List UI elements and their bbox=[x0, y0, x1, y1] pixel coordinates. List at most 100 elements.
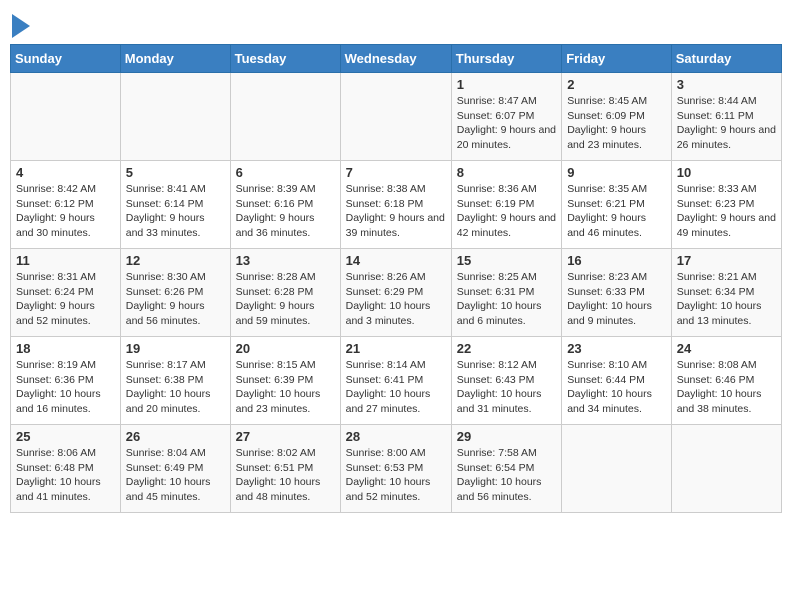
day-number: 1 bbox=[457, 77, 556, 92]
cell-text: Sunrise: 8:45 AM Sunset: 6:09 PM Dayligh… bbox=[567, 94, 666, 153]
day-number: 8 bbox=[457, 165, 556, 180]
calendar-cell: 2Sunrise: 8:45 AM Sunset: 6:09 PM Daylig… bbox=[562, 73, 672, 161]
day-number: 24 bbox=[677, 341, 776, 356]
day-number: 5 bbox=[126, 165, 225, 180]
day-number: 17 bbox=[677, 253, 776, 268]
day-number: 3 bbox=[677, 77, 776, 92]
cell-text: Sunrise: 8:33 AM Sunset: 6:23 PM Dayligh… bbox=[677, 182, 776, 241]
day-number: 10 bbox=[677, 165, 776, 180]
logo-arrow-icon bbox=[12, 14, 30, 38]
day-number: 15 bbox=[457, 253, 556, 268]
cell-text: Sunrise: 8:02 AM Sunset: 6:51 PM Dayligh… bbox=[236, 446, 335, 505]
calendar-cell: 12 Sunrise: 8:30 AM Sunset: 6:26 PM Dayli… bbox=[120, 249, 230, 337]
calendar-cell bbox=[671, 425, 781, 513]
calendar-header-saturday: Saturday bbox=[671, 45, 781, 73]
day-number: 4 bbox=[16, 165, 115, 180]
calendar-cell: 8 Sunrise: 8:36 AM Sunset: 6:19 PM Daylig… bbox=[451, 161, 561, 249]
day-number: 16 bbox=[567, 253, 666, 268]
cell-text: Sunrise: 8:25 AM Sunset: 6:31 PM Dayligh… bbox=[457, 270, 556, 329]
cell-text: Sunrise: 8:00 AM Sunset: 6:53 PM Dayligh… bbox=[346, 446, 446, 505]
cell-text: Sunrise: 8:31 AM Sunset: 6:24 PM Dayligh… bbox=[16, 270, 115, 329]
calendar-cell: 17 Sunrise: 8:21 AM Sunset: 6:34 PM Dayli… bbox=[671, 249, 781, 337]
day-number: 28 bbox=[346, 429, 446, 444]
day-number: 23 bbox=[567, 341, 666, 356]
calendar-header-thursday: Thursday bbox=[451, 45, 561, 73]
calendar-week-row: 1 Sunrise: 8:47 AM Sunset: 6:07 PM Daylig… bbox=[11, 73, 782, 161]
cell-text: Sunrise: 8:06 AM Sunset: 6:48 PM Dayligh… bbox=[16, 446, 115, 505]
header-section bbox=[10, 10, 782, 38]
calendar-body: 1 Sunrise: 8:47 AM Sunset: 6:07 PM Daylig… bbox=[11, 73, 782, 513]
calendar-cell: 1 Sunrise: 8:47 AM Sunset: 6:07 PM Daylig… bbox=[451, 73, 561, 161]
calendar-cell: 28 Sunrise: 8:00 AM Sunset: 6:53 PM Dayli… bbox=[340, 425, 451, 513]
calendar-cell: 27 Sunrise: 8:02 AM Sunset: 6:51 PM Dayli… bbox=[230, 425, 340, 513]
cell-text: Sunrise: 8:26 AM Sunset: 6:29 PM Dayligh… bbox=[346, 270, 446, 329]
day-number: 19 bbox=[126, 341, 225, 356]
calendar-cell bbox=[11, 73, 121, 161]
calendar-cell: 3 Sunrise: 8:44 AM Sunset: 6:11 PM Daylig… bbox=[671, 73, 781, 161]
cell-text: Sunrise: 8:36 AM Sunset: 6:19 PM Dayligh… bbox=[457, 182, 556, 241]
calendar-cell: 9Sunrise: 8:35 AM Sunset: 6:21 PM Daylig… bbox=[562, 161, 672, 249]
day-number: 20 bbox=[236, 341, 335, 356]
calendar-cell: 19Sunrise: 8:17 AM Sunset: 6:38 PM Dayli… bbox=[120, 337, 230, 425]
calendar-week-row: 11 Sunrise: 8:31 AM Sunset: 6:24 PM Dayli… bbox=[11, 249, 782, 337]
cell-text: Sunrise: 8:28 AM Sunset: 6:28 PM Dayligh… bbox=[236, 270, 335, 329]
cell-text: Sunrise: 8:44 AM Sunset: 6:11 PM Dayligh… bbox=[677, 94, 776, 153]
calendar-cell: 6 Sunrise: 8:39 AM Sunset: 6:16 PM Daylig… bbox=[230, 161, 340, 249]
calendar-cell: 15 Sunrise: 8:25 AM Sunset: 6:31 PM Dayli… bbox=[451, 249, 561, 337]
calendar-header-wednesday: Wednesday bbox=[340, 45, 451, 73]
day-number: 6 bbox=[236, 165, 335, 180]
day-number: 13 bbox=[236, 253, 335, 268]
logo bbox=[10, 10, 30, 38]
calendar-week-row: 25 Sunrise: 8:06 AM Sunset: 6:48 PM Dayli… bbox=[11, 425, 782, 513]
calendar-cell: 14 Sunrise: 8:26 AM Sunset: 6:29 PM Dayli… bbox=[340, 249, 451, 337]
day-number: 25 bbox=[16, 429, 115, 444]
calendar-cell bbox=[230, 73, 340, 161]
calendar-cell: 10 Sunrise: 8:33 AM Sunset: 6:23 PM Dayli… bbox=[671, 161, 781, 249]
cell-text: Sunrise: 8:19 AM Sunset: 6:36 PM Dayligh… bbox=[16, 358, 115, 417]
calendar-cell: 25 Sunrise: 8:06 AM Sunset: 6:48 PM Dayli… bbox=[11, 425, 121, 513]
cell-text: Sunrise: 7:58 AM Sunset: 6:54 PM Dayligh… bbox=[457, 446, 556, 505]
calendar-cell: 4 Sunrise: 8:42 AM Sunset: 6:12 PM Daylig… bbox=[11, 161, 121, 249]
calendar-cell: 16 Sunrise: 8:23 AM Sunset: 6:33 PM Dayli… bbox=[562, 249, 672, 337]
day-number: 9 bbox=[567, 165, 666, 180]
calendar-cell: 23 Sunrise: 8:10 AM Sunset: 6:44 PM Dayli… bbox=[562, 337, 672, 425]
calendar-cell: 22 Sunrise: 8:12 AM Sunset: 6:43 PM Dayli… bbox=[451, 337, 561, 425]
day-number: 14 bbox=[346, 253, 446, 268]
calendar-header-tuesday: Tuesday bbox=[230, 45, 340, 73]
day-number: 18 bbox=[16, 341, 115, 356]
day-number: 11 bbox=[16, 253, 115, 268]
calendar-header-sunday: Sunday bbox=[11, 45, 121, 73]
cell-text: Sunrise: 8:42 AM Sunset: 6:12 PM Dayligh… bbox=[16, 182, 115, 241]
cell-text: Sunrise: 8:10 AM Sunset: 6:44 PM Dayligh… bbox=[567, 358, 666, 417]
calendar-cell: 13 Sunrise: 8:28 AM Sunset: 6:28 PM Dayli… bbox=[230, 249, 340, 337]
calendar-week-row: 18 Sunrise: 8:19 AM Sunset: 6:36 PM Dayli… bbox=[11, 337, 782, 425]
calendar-cell bbox=[120, 73, 230, 161]
cell-text: Sunrise: 8:41 AM Sunset: 6:14 PM Dayligh… bbox=[126, 182, 225, 241]
cell-text: Sunrise: 8:47 AM Sunset: 6:07 PM Dayligh… bbox=[457, 94, 556, 153]
calendar-cell: 18 Sunrise: 8:19 AM Sunset: 6:36 PM Dayli… bbox=[11, 337, 121, 425]
cell-text: Sunrise: 8:21 AM Sunset: 6:34 PM Dayligh… bbox=[677, 270, 776, 329]
calendar-table: SundayMondayTuesdayWednesdayThursdayFrid… bbox=[10, 44, 782, 513]
day-number: 12 bbox=[126, 253, 225, 268]
calendar-cell bbox=[340, 73, 451, 161]
calendar-cell: 24Sunrise: 8:08 AM Sunset: 6:46 PM Dayli… bbox=[671, 337, 781, 425]
day-number: 7 bbox=[346, 165, 446, 180]
calendar-cell: 11 Sunrise: 8:31 AM Sunset: 6:24 PM Dayli… bbox=[11, 249, 121, 337]
calendar-cell bbox=[562, 425, 672, 513]
cell-text: Sunrise: 8:30 AM Sunset: 6:26 PM Dayligh… bbox=[126, 270, 225, 329]
day-number: 26 bbox=[126, 429, 225, 444]
calendar-week-row: 4 Sunrise: 8:42 AM Sunset: 6:12 PM Daylig… bbox=[11, 161, 782, 249]
calendar-cell: 20 Sunrise: 8:15 AM Sunset: 6:39 PM Dayli… bbox=[230, 337, 340, 425]
day-number: 27 bbox=[236, 429, 335, 444]
calendar-cell: 21Sunrise: 8:14 AM Sunset: 6:41 PM Dayli… bbox=[340, 337, 451, 425]
cell-text: Sunrise: 8:15 AM Sunset: 6:39 PM Dayligh… bbox=[236, 358, 335, 417]
day-number: 21 bbox=[346, 341, 446, 356]
calendar-cell: 26Sunrise: 8:04 AM Sunset: 6:49 PM Dayli… bbox=[120, 425, 230, 513]
cell-text: Sunrise: 8:23 AM Sunset: 6:33 PM Dayligh… bbox=[567, 270, 666, 329]
cell-text: Sunrise: 8:39 AM Sunset: 6:16 PM Dayligh… bbox=[236, 182, 335, 241]
cell-text: Sunrise: 8:38 AM Sunset: 6:18 PM Dayligh… bbox=[346, 182, 446, 241]
day-number: 22 bbox=[457, 341, 556, 356]
calendar-header-row: SundayMondayTuesdayWednesdayThursdayFrid… bbox=[11, 45, 782, 73]
calendar-cell: 7 Sunrise: 8:38 AM Sunset: 6:18 PM Daylig… bbox=[340, 161, 451, 249]
cell-text: Sunrise: 8:12 AM Sunset: 6:43 PM Dayligh… bbox=[457, 358, 556, 417]
